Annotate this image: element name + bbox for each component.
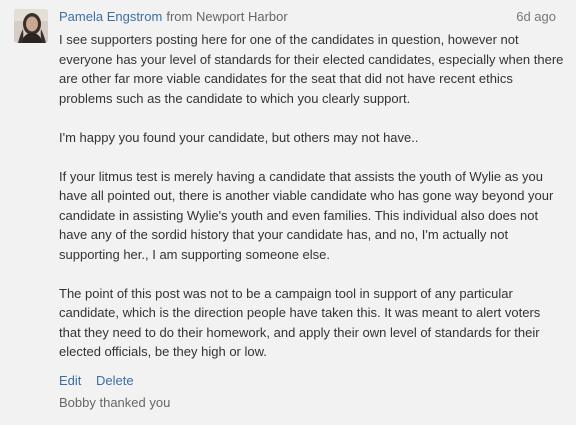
comment-body: I see supporters posting here for one of… <box>59 30 564 362</box>
comment-actions: Edit Delete <box>59 371 564 390</box>
thanked-note: Bobby thanked you <box>59 394 171 410</box>
comment-paragraph: I'm happy you found your candidate, but … <box>59 129 419 145</box>
comment-card: Pamela Engstrom from Newport Harbor 6d ag… <box>0 0 576 425</box>
avatar[interactable] <box>14 9 48 43</box>
edit-link[interactable]: Edit <box>59 373 81 388</box>
comment-paragraph: I see supporters posting here for one of… <box>59 32 564 106</box>
delete-link[interactable]: Delete <box>96 373 134 388</box>
author-link[interactable]: Pamela Engstrom <box>59 9 162 24</box>
avatar-image <box>14 9 48 43</box>
comment-header: Pamela Engstrom from Newport Harbor 6d ag… <box>59 7 564 27</box>
timestamp: 6d ago <box>516 9 556 24</box>
from-label: from <box>166 9 193 24</box>
comment-content: Pamela Engstrom from Newport Harbor 6d ag… <box>59 7 564 412</box>
author-location: Newport Harbor <box>195 9 288 24</box>
comment-paragraph: If your litmus test is merely having a c… <box>59 168 554 262</box>
comment-paragraph: The point of this post was not to be a c… <box>59 285 541 360</box>
